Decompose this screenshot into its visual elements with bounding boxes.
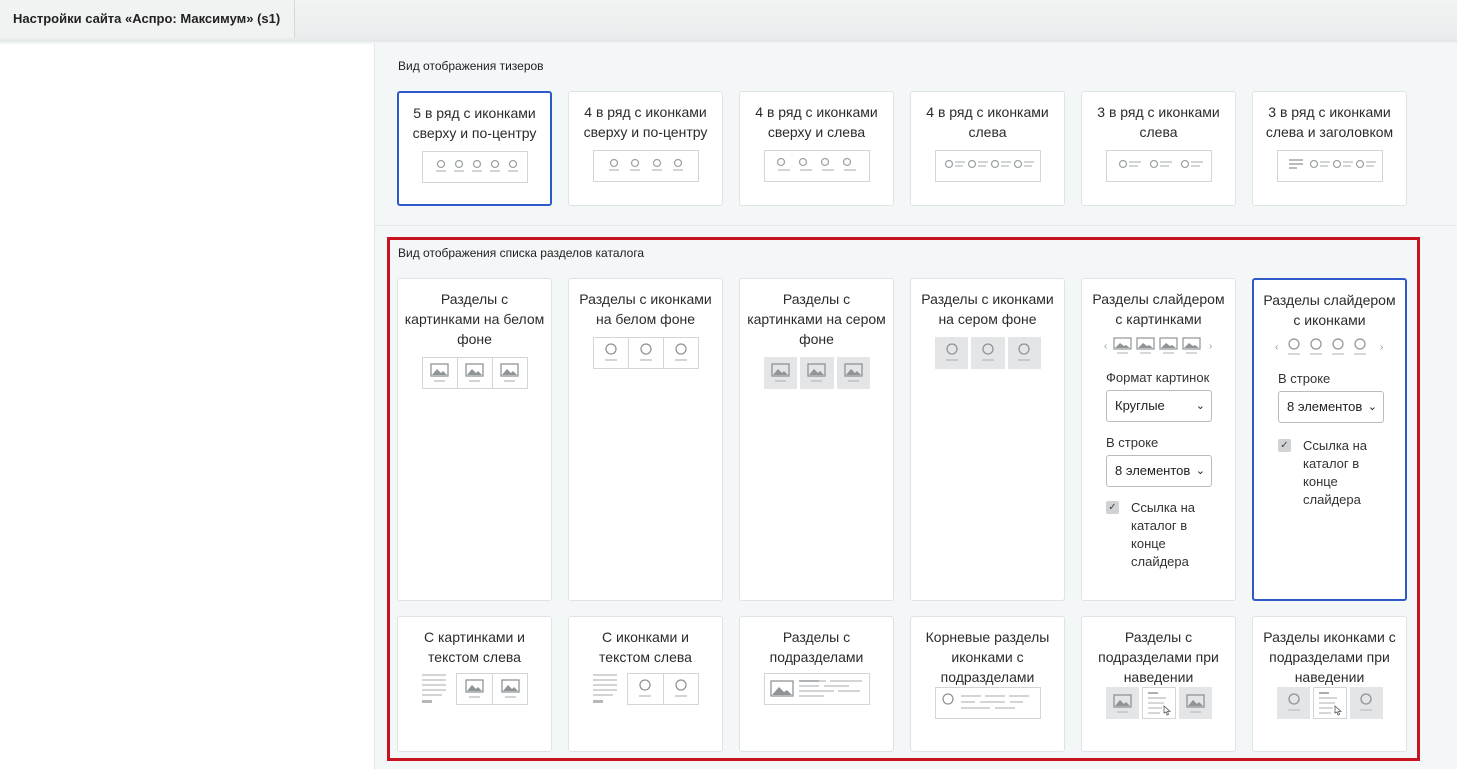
teaser-option-3-left-title[interactable]: 3 в ряд с иконками слева и заголовком xyxy=(1252,91,1407,206)
option-label: Разделы слайдером с картинками xyxy=(1092,291,1225,327)
per-row-value: 8 элементов xyxy=(1115,463,1191,478)
option-label: С картинками и текстом слева xyxy=(423,629,526,665)
option-label: 4 в ряд с иконками сверху и слева xyxy=(755,104,878,140)
icon-tiles-preview-icon xyxy=(592,337,699,369)
option-label: 3 в ряд с иконками слева xyxy=(1097,104,1220,140)
top-bar: Настройки сайта «Аспро: Максимум» (s1) xyxy=(0,0,1457,41)
catalog-link-checkbox[interactable]: ✓ xyxy=(1278,439,1291,452)
catalog-option-pictures-text-left[interactable]: С картинками и текстом слева xyxy=(397,616,552,752)
teaser-option-4-top-left[interactable]: 4 в ряд с иконками сверху и слева xyxy=(739,91,894,206)
catalog-section-title: Вид отображения списка разделов каталога xyxy=(398,246,645,260)
subsections-hover-preview-icon xyxy=(1105,687,1212,719)
tab-site-settings[interactable]: Настройки сайта «Аспро: Максимум» (s1) xyxy=(0,0,295,38)
option-label: 3 в ряд с иконками слева и заголовком xyxy=(1265,104,1394,140)
svg-text:‹: ‹ xyxy=(1275,342,1278,353)
option-label: Разделы иконками с подразделами при наве… xyxy=(1263,629,1396,685)
catalog-option-root-icons-subsections[interactable]: Корневые разделы иконками с подразделами xyxy=(910,616,1065,752)
catalog-option-pictures-gray[interactable]: Разделы с картинками на сером фоне xyxy=(739,278,894,601)
per-row-label: В строке xyxy=(1278,371,1331,386)
option-label: С иконками и текстом слева xyxy=(599,629,692,665)
teasers-section-title: Вид отображения тизеров xyxy=(398,59,544,73)
teaser-preview-icon xyxy=(763,150,870,182)
option-label: Разделы с подразделами xyxy=(769,629,864,665)
per-row-label: В строке xyxy=(1106,435,1159,450)
option-label: 4 в ряд с иконками сверху и по-центру xyxy=(583,104,708,140)
catalog-link-checkbox[interactable]: ✓ xyxy=(1106,501,1119,514)
image-slider-preview-icon: ‹ › xyxy=(1104,337,1212,354)
option-label: Разделы с картинками на сером фоне xyxy=(747,291,886,347)
per-row-select[interactable]: 8 элементов ⌄ xyxy=(1278,391,1384,423)
teaser-option-4-left[interactable]: 4 в ряд с иконками слева xyxy=(910,91,1065,206)
catalog-option-slider-pictures[interactable]: Разделы слайдером с картинками ‹ › Форма… xyxy=(1081,278,1236,601)
per-row-value: 8 элементов xyxy=(1287,399,1363,414)
subsections-preview-icon xyxy=(763,673,870,705)
image-format-value: Круглые xyxy=(1115,398,1165,413)
root-icons-preview-icon xyxy=(934,687,1041,719)
chevron-down-icon: ⌄ xyxy=(1367,401,1377,413)
section-divider xyxy=(374,225,1457,226)
icon-tiles-gray-preview-icon xyxy=(934,337,1041,369)
teaser-preview-icon xyxy=(421,151,528,183)
image-tiles-preview-icon xyxy=(421,357,528,389)
teaser-option-5-centered[interactable]: 5 в ряд с иконками сверху и по-центру xyxy=(397,91,552,206)
image-tiles-gray-preview-icon xyxy=(763,357,870,389)
catalog-option-subsections-hover[interactable]: Разделы с подразделами при наведении xyxy=(1081,616,1236,752)
svg-text:‹: ‹ xyxy=(1104,341,1107,352)
catalog-option-icons-text-left[interactable]: С иконками и текстом слева xyxy=(568,616,723,752)
icons-subsections-hover-preview-icon xyxy=(1276,687,1383,719)
teaser-preview-icon xyxy=(1105,150,1212,182)
per-row-select[interactable]: 8 элементов ⌄ xyxy=(1106,455,1212,487)
svg-text:›: › xyxy=(1380,342,1383,353)
catalog-option-icons-white[interactable]: Разделы с иконками на белом фоне xyxy=(568,278,723,601)
option-label: 4 в ряд с иконками слева xyxy=(926,104,1049,140)
image-format-select[interactable]: Круглые ⌄ xyxy=(1106,390,1212,422)
pictures-text-left-preview-icon xyxy=(421,673,528,705)
teaser-option-4-centered[interactable]: 4 в ряд с иконками сверху и по-центру xyxy=(568,91,723,206)
icon-slider-preview-icon: ‹ › xyxy=(1275,338,1383,355)
chevron-down-icon: ⌄ xyxy=(1195,465,1205,477)
catalog-option-pictures-white[interactable]: Разделы с картинками на белом фоне xyxy=(397,278,552,601)
catalog-option-with-subsections[interactable]: Разделы с подразделами xyxy=(739,616,894,752)
teaser-preview-icon xyxy=(592,150,699,182)
image-format-label: Формат картинок xyxy=(1106,370,1210,385)
catalog-option-slider-icons[interactable]: Разделы слайдером с иконками ‹ › В строк… xyxy=(1252,278,1407,601)
catalog-link-label: Ссылка на каталог в конце слайдера xyxy=(1131,500,1196,569)
teaser-option-3-left[interactable]: 3 в ряд с иконками слева xyxy=(1081,91,1236,206)
option-label: 5 в ряд с иконками сверху и по-центру xyxy=(412,105,537,141)
option-label: Корневые разделы иконками с подразделами xyxy=(925,629,1050,685)
option-label: Разделы с картинками на белом фоне xyxy=(404,291,545,347)
catalog-option-icons-gray[interactable]: Разделы с иконками на сером фоне xyxy=(910,278,1065,601)
catalog-option-icons-subsections-hover[interactable]: Разделы иконками с подразделами при наве… xyxy=(1252,616,1407,752)
option-label: Разделы с подразделами при наведении xyxy=(1098,629,1219,685)
svg-text:›: › xyxy=(1209,341,1212,352)
chevron-down-icon: ⌄ xyxy=(1195,400,1205,412)
icons-text-left-preview-icon xyxy=(592,673,699,705)
option-label: Разделы с иконками на сером фоне xyxy=(921,291,1054,327)
option-label: Разделы с иконками на белом фоне xyxy=(579,291,712,327)
option-label: Разделы слайдером с иконками xyxy=(1263,292,1396,328)
catalog-link-label: Ссылка на каталог в конце слайдера xyxy=(1303,438,1368,507)
teaser-preview-icon xyxy=(934,150,1041,182)
teaser-preview-icon xyxy=(1276,150,1383,182)
